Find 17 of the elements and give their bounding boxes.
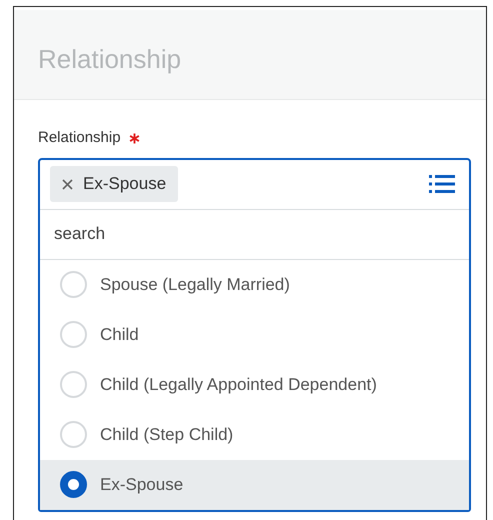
field-label: Relationship [38,128,121,148]
chip-label: Ex-Spouse [83,173,166,196]
option-label: Child (Step Child) [100,424,234,446]
option-label: Spouse (Legally Married) [100,274,290,296]
remove-icon[interactable] [62,178,73,190]
radio-icon [60,371,87,398]
radio-icon [60,421,87,448]
option-label: Child [100,324,139,346]
radio-icon [60,321,87,348]
list-icon[interactable] [429,174,455,194]
multiselect-field[interactable]: Ex-Spouse search Spouse (Legally Married) Child Child (Legally Appointed Dependent) Child (Step Child) Ex-Spouse [38,158,471,512]
radio-icon [60,271,87,298]
option-row[interactable]: Ex-Spouse [40,460,469,510]
page-title: Relationship [38,43,182,76]
radio-checked-icon [60,471,87,498]
option-label: Child (Legally Appointed Dependent) [100,374,377,396]
option-label: Ex-Spouse [100,474,184,496]
